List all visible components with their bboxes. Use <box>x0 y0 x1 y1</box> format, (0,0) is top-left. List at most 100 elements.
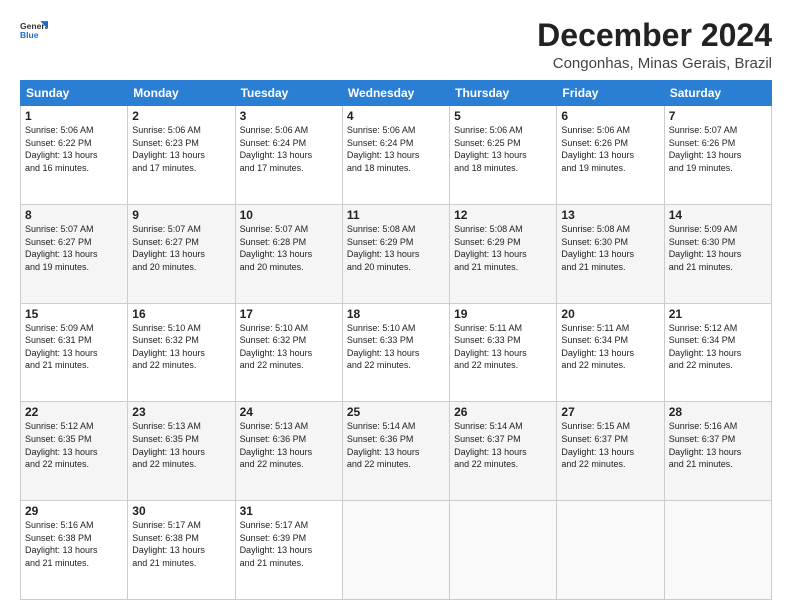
day-number: 11 <box>347 208 445 222</box>
calendar-cell: 13Sunrise: 5:08 AMSunset: 6:30 PMDayligh… <box>557 204 664 303</box>
calendar-cell: 2Sunrise: 5:06 AMSunset: 6:23 PMDaylight… <box>128 106 235 205</box>
day-info: Sunrise: 5:08 AMSunset: 6:29 PMDaylight:… <box>454 223 552 273</box>
day-info: Sunrise: 5:07 AMSunset: 6:28 PMDaylight:… <box>240 223 338 273</box>
day-info: Sunrise: 5:09 AMSunset: 6:30 PMDaylight:… <box>669 223 767 273</box>
day-info: Sunrise: 5:14 AMSunset: 6:36 PMDaylight:… <box>347 420 445 470</box>
col-header-friday: Friday <box>557 81 664 106</box>
day-info: Sunrise: 5:06 AMSunset: 6:24 PMDaylight:… <box>240 124 338 174</box>
calendar-cell: 26Sunrise: 5:14 AMSunset: 6:37 PMDayligh… <box>450 402 557 501</box>
day-number: 27 <box>561 405 659 419</box>
day-number: 25 <box>347 405 445 419</box>
day-number: 19 <box>454 307 552 321</box>
day-number: 7 <box>669 109 767 123</box>
day-number: 17 <box>240 307 338 321</box>
calendar-cell: 20Sunrise: 5:11 AMSunset: 6:34 PMDayligh… <box>557 303 664 402</box>
day-number: 5 <box>454 109 552 123</box>
calendar-cell: 19Sunrise: 5:11 AMSunset: 6:33 PMDayligh… <box>450 303 557 402</box>
calendar-cell: 11Sunrise: 5:08 AMSunset: 6:29 PMDayligh… <box>342 204 449 303</box>
day-info: Sunrise: 5:17 AMSunset: 6:39 PMDaylight:… <box>240 519 338 569</box>
day-number: 4 <box>347 109 445 123</box>
calendar-cell: 6Sunrise: 5:06 AMSunset: 6:26 PMDaylight… <box>557 106 664 205</box>
day-number: 18 <box>347 307 445 321</box>
calendar-cell: 12Sunrise: 5:08 AMSunset: 6:29 PMDayligh… <box>450 204 557 303</box>
day-number: 28 <box>669 405 767 419</box>
calendar-cell: 22Sunrise: 5:12 AMSunset: 6:35 PMDayligh… <box>21 402 128 501</box>
day-info: Sunrise: 5:08 AMSunset: 6:30 PMDaylight:… <box>561 223 659 273</box>
day-info: Sunrise: 5:06 AMSunset: 6:22 PMDaylight:… <box>25 124 123 174</box>
day-number: 16 <box>132 307 230 321</box>
day-number: 1 <box>25 109 123 123</box>
logo: General Blue <box>20 18 48 46</box>
week-row-4: 22Sunrise: 5:12 AMSunset: 6:35 PMDayligh… <box>21 402 772 501</box>
day-number: 8 <box>25 208 123 222</box>
calendar-cell: 10Sunrise: 5:07 AMSunset: 6:28 PMDayligh… <box>235 204 342 303</box>
day-info: Sunrise: 5:07 AMSunset: 6:27 PMDaylight:… <box>25 223 123 273</box>
calendar-cell: 4Sunrise: 5:06 AMSunset: 6:24 PMDaylight… <box>342 106 449 205</box>
calendar-cell: 3Sunrise: 5:06 AMSunset: 6:24 PMDaylight… <box>235 106 342 205</box>
calendar-cell: 21Sunrise: 5:12 AMSunset: 6:34 PMDayligh… <box>664 303 771 402</box>
day-number: 20 <box>561 307 659 321</box>
calendar-cell: 28Sunrise: 5:16 AMSunset: 6:37 PMDayligh… <box>664 402 771 501</box>
day-number: 2 <box>132 109 230 123</box>
day-number: 30 <box>132 504 230 518</box>
day-number: 3 <box>240 109 338 123</box>
calendar-cell: 23Sunrise: 5:13 AMSunset: 6:35 PMDayligh… <box>128 402 235 501</box>
day-info: Sunrise: 5:07 AMSunset: 6:27 PMDaylight:… <box>132 223 230 273</box>
calendar-cell: 18Sunrise: 5:10 AMSunset: 6:33 PMDayligh… <box>342 303 449 402</box>
day-info: Sunrise: 5:09 AMSunset: 6:31 PMDaylight:… <box>25 322 123 372</box>
day-number: 15 <box>25 307 123 321</box>
day-number: 23 <box>132 405 230 419</box>
day-info: Sunrise: 5:14 AMSunset: 6:37 PMDaylight:… <box>454 420 552 470</box>
week-row-3: 15Sunrise: 5:09 AMSunset: 6:31 PMDayligh… <box>21 303 772 402</box>
col-header-sunday: Sunday <box>21 81 128 106</box>
day-info: Sunrise: 5:06 AMSunset: 6:25 PMDaylight:… <box>454 124 552 174</box>
col-header-wednesday: Wednesday <box>342 81 449 106</box>
day-info: Sunrise: 5:12 AMSunset: 6:34 PMDaylight:… <box>669 322 767 372</box>
logo-icon: General Blue <box>20 18 48 46</box>
day-info: Sunrise: 5:06 AMSunset: 6:26 PMDaylight:… <box>561 124 659 174</box>
col-header-saturday: Saturday <box>664 81 771 106</box>
day-info: Sunrise: 5:06 AMSunset: 6:23 PMDaylight:… <box>132 124 230 174</box>
day-number: 9 <box>132 208 230 222</box>
calendar-cell: 29Sunrise: 5:16 AMSunset: 6:38 PMDayligh… <box>21 501 128 600</box>
day-number: 14 <box>669 208 767 222</box>
calendar-cell: 30Sunrise: 5:17 AMSunset: 6:38 PMDayligh… <box>128 501 235 600</box>
col-header-thursday: Thursday <box>450 81 557 106</box>
calendar-cell <box>450 501 557 600</box>
day-info: Sunrise: 5:11 AMSunset: 6:34 PMDaylight:… <box>561 322 659 372</box>
subtitle: Congonhas, Minas Gerais, Brazil <box>537 55 772 72</box>
calendar-cell: 24Sunrise: 5:13 AMSunset: 6:36 PMDayligh… <box>235 402 342 501</box>
day-info: Sunrise: 5:13 AMSunset: 6:35 PMDaylight:… <box>132 420 230 470</box>
title-block: December 2024 Congonhas, Minas Gerais, B… <box>537 18 772 72</box>
day-info: Sunrise: 5:12 AMSunset: 6:35 PMDaylight:… <box>25 420 123 470</box>
calendar-cell <box>557 501 664 600</box>
day-info: Sunrise: 5:16 AMSunset: 6:38 PMDaylight:… <box>25 519 123 569</box>
day-number: 26 <box>454 405 552 419</box>
day-info: Sunrise: 5:10 AMSunset: 6:32 PMDaylight:… <box>132 322 230 372</box>
calendar-table: SundayMondayTuesdayWednesdayThursdayFrid… <box>20 80 772 600</box>
day-number: 10 <box>240 208 338 222</box>
header: General Blue December 2024 Congonhas, Mi… <box>20 18 772 72</box>
calendar-cell: 1Sunrise: 5:06 AMSunset: 6:22 PMDaylight… <box>21 106 128 205</box>
col-header-tuesday: Tuesday <box>235 81 342 106</box>
day-info: Sunrise: 5:16 AMSunset: 6:37 PMDaylight:… <box>669 420 767 470</box>
calendar-cell: 17Sunrise: 5:10 AMSunset: 6:32 PMDayligh… <box>235 303 342 402</box>
day-number: 6 <box>561 109 659 123</box>
calendar-cell: 16Sunrise: 5:10 AMSunset: 6:32 PMDayligh… <box>128 303 235 402</box>
day-info: Sunrise: 5:17 AMSunset: 6:38 PMDaylight:… <box>132 519 230 569</box>
calendar-cell: 9Sunrise: 5:07 AMSunset: 6:27 PMDaylight… <box>128 204 235 303</box>
week-row-5: 29Sunrise: 5:16 AMSunset: 6:38 PMDayligh… <box>21 501 772 600</box>
day-number: 22 <box>25 405 123 419</box>
day-info: Sunrise: 5:07 AMSunset: 6:26 PMDaylight:… <box>669 124 767 174</box>
day-info: Sunrise: 5:10 AMSunset: 6:32 PMDaylight:… <box>240 322 338 372</box>
calendar-cell <box>664 501 771 600</box>
calendar-cell: 14Sunrise: 5:09 AMSunset: 6:30 PMDayligh… <box>664 204 771 303</box>
calendar-cell: 15Sunrise: 5:09 AMSunset: 6:31 PMDayligh… <box>21 303 128 402</box>
day-info: Sunrise: 5:11 AMSunset: 6:33 PMDaylight:… <box>454 322 552 372</box>
day-info: Sunrise: 5:06 AMSunset: 6:24 PMDaylight:… <box>347 124 445 174</box>
calendar-cell: 27Sunrise: 5:15 AMSunset: 6:37 PMDayligh… <box>557 402 664 501</box>
calendar-cell: 25Sunrise: 5:14 AMSunset: 6:36 PMDayligh… <box>342 402 449 501</box>
day-info: Sunrise: 5:15 AMSunset: 6:37 PMDaylight:… <box>561 420 659 470</box>
page: General Blue December 2024 Congonhas, Mi… <box>0 0 792 612</box>
week-row-1: 1Sunrise: 5:06 AMSunset: 6:22 PMDaylight… <box>21 106 772 205</box>
